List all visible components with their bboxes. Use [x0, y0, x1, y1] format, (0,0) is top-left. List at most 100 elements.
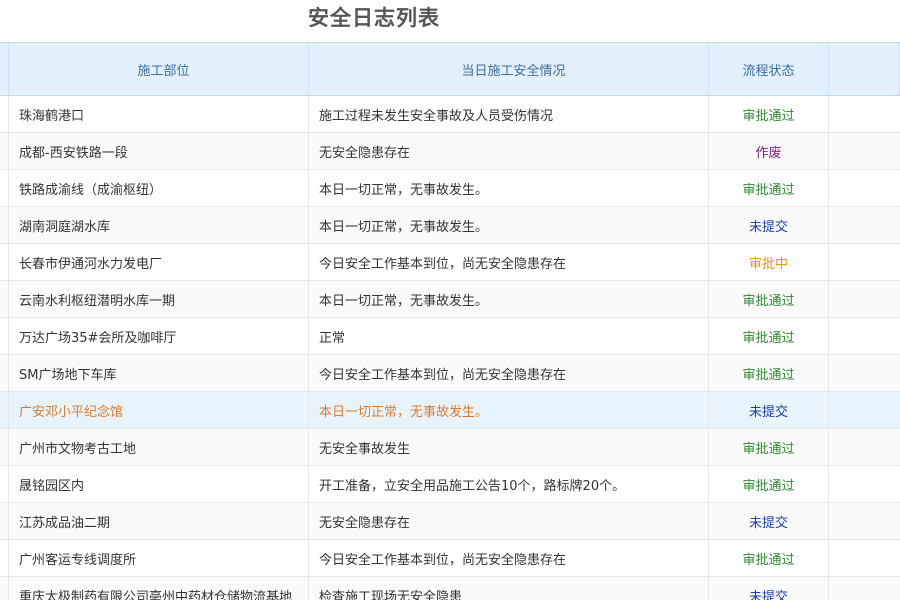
- cell-location: 珠海鹤港口: [9, 96, 309, 132]
- cell-situation: 无安全隐患存在: [309, 503, 709, 539]
- cell-spacer: [829, 170, 900, 206]
- cell-location: 成都-西安铁路一段: [9, 133, 309, 169]
- status-badge: 审批通过: [742, 293, 795, 309]
- status-badge: 审批通过: [742, 478, 795, 494]
- cell-status: 审批通过: [709, 170, 829, 206]
- cell-location: 广州客运专线调度所: [9, 540, 309, 576]
- cell-situation: 无安全隐患存在: [309, 133, 709, 169]
- row-gutter: [0, 466, 9, 502]
- cell-status: 审批通过: [709, 355, 829, 391]
- row-gutter: [0, 244, 9, 280]
- safety-log-page: 安全日志列表 施工部位 当日施工安全情况 流程状态 珠海鹤港口 施工过程未发生安全…: [0, 0, 900, 600]
- cell-spacer: [829, 96, 900, 132]
- column-header-spacer: [829, 43, 900, 95]
- column-header-situation[interactable]: 当日施工安全情况: [309, 43, 709, 95]
- table-row[interactable]: 珠海鹤港口 施工过程未发生安全事故及人员受伤情况 审批通过: [0, 96, 900, 133]
- cell-spacer: [829, 466, 900, 502]
- row-gutter: [0, 392, 9, 428]
- table-row[interactable]: 广州市文物考古工地 无安全事故发生 审批通过: [0, 429, 900, 466]
- table-row[interactable]: 云南水利枢纽潜明水库一期 本日一切正常，无事故发生。 审批通过: [0, 281, 900, 318]
- cell-location: 长春市伊通河水力发电厂: [9, 244, 309, 280]
- cell-status: 审批通过: [709, 281, 829, 317]
- cell-spacer: [829, 577, 900, 600]
- cell-spacer: [829, 429, 900, 465]
- status-badge: 审批中: [748, 256, 788, 272]
- cell-situation: 本日一切正常，无事故发生。: [309, 392, 709, 428]
- cell-location: 重庆太极制药有限公司亳州中药材仓储物流基地: [9, 577, 309, 600]
- cell-status: 未提交: [709, 577, 829, 600]
- cell-situation: 今日安全工作基本到位，尚无安全隐患存在: [309, 355, 709, 391]
- cell-status: 审批通过: [709, 318, 829, 354]
- cell-location: 万达广场35#会所及咖啡厅: [9, 318, 309, 354]
- cell-location: 广安邓小平纪念馆: [9, 392, 309, 428]
- cell-situation: 本日一切正常，无事故发生。: [309, 281, 709, 317]
- row-gutter: [0, 355, 9, 391]
- cell-spacer: [829, 503, 900, 539]
- cell-status: 审批中: [709, 244, 829, 280]
- row-gutter: [0, 96, 9, 132]
- cell-status: 审批通过: [709, 429, 829, 465]
- table-row[interactable]: 湖南洞庭湖水库 本日一切正常，无事故发生。 未提交: [0, 207, 900, 244]
- row-gutter: [0, 207, 9, 243]
- cell-status: 审批通过: [709, 540, 829, 576]
- cell-spacer: [829, 207, 900, 243]
- table-body: 珠海鹤港口 施工过程未发生安全事故及人员受伤情况 审批通过 成都-西安铁路一段 无安全隐…: [0, 96, 900, 600]
- status-badge: 作废: [755, 145, 782, 161]
- table-row[interactable]: 重庆太极制药有限公司亳州中药材仓储物流基地 检查施工现场无安全隐患未提交: [0, 577, 900, 600]
- cell-location: 云南水利枢纽潜明水库一期: [9, 281, 309, 317]
- cell-location: 广州市文物考古工地: [9, 429, 309, 465]
- row-gutter: [0, 43, 9, 95]
- row-gutter: [0, 540, 9, 576]
- cell-spacer: [829, 281, 900, 317]
- cell-spacer: [829, 540, 900, 576]
- table-row[interactable]: 长春市伊通河水力发电厂 今日安全工作基本到位，尚无安全隐患存在 审批中: [0, 244, 900, 281]
- cell-situation: 正常: [309, 318, 709, 354]
- status-badge: 未提交: [748, 515, 788, 531]
- status-badge: 审批通过: [742, 182, 795, 198]
- cell-spacer: [829, 392, 900, 428]
- cell-status: 未提交: [709, 392, 829, 428]
- column-header-location[interactable]: 施工部位: [9, 43, 309, 95]
- row-gutter: [0, 503, 9, 539]
- cell-status: 未提交: [709, 503, 829, 539]
- status-badge: 未提交: [748, 219, 788, 235]
- cell-situation: 检查施工现场无安全隐患: [309, 577, 709, 600]
- cell-location: 晟铭园区内: [9, 466, 309, 502]
- cell-spacer: [829, 244, 900, 280]
- status-badge: 审批通过: [742, 441, 795, 457]
- cell-spacer: [829, 318, 900, 354]
- row-gutter: [0, 133, 9, 169]
- column-header-status[interactable]: 流程状态: [709, 43, 829, 95]
- safety-log-table: 施工部位 当日施工安全情况 流程状态 珠海鹤港口 施工过程未发生安全事故及人员受伤…: [0, 42, 900, 600]
- table-row[interactable]: 晟铭园区内 开工准备，立安全用品施工公告10个，路标牌20个。 审批通过: [0, 466, 900, 503]
- status-badge: 审批通过: [742, 367, 795, 383]
- cell-status: 未提交: [709, 207, 829, 243]
- row-gutter: [0, 429, 9, 465]
- table-row[interactable]: 成都-西安铁路一段 无安全隐患存在 作废: [0, 133, 900, 170]
- cell-location: 铁路成渝线（成渝枢纽）: [9, 170, 309, 206]
- cell-situation: 本日一切正常，无事故发生。: [309, 170, 709, 206]
- cell-location: 湖南洞庭湖水库: [9, 207, 309, 243]
- status-badge: 未提交: [748, 589, 788, 600]
- cell-situation: 施工过程未发生安全事故及人员受伤情况: [309, 96, 709, 132]
- table-row[interactable]: 万达广场35#会所及咖啡厅 正常 审批通过: [0, 318, 900, 355]
- row-gutter: [0, 281, 9, 317]
- table-row[interactable]: SM广场地下车库 今日安全工作基本到位，尚无安全隐患存在 审批通过: [0, 355, 900, 392]
- row-gutter: [0, 318, 9, 354]
- cell-spacer: [829, 355, 900, 391]
- cell-location: SM广场地下车库: [9, 355, 309, 391]
- status-badge: 审批通过: [742, 552, 795, 568]
- cell-situation: 今日安全工作基本到位，尚无安全隐患存在: [309, 540, 709, 576]
- cell-status: 审批通过: [709, 96, 829, 132]
- table-header-row: 施工部位 当日施工安全情况 流程状态: [0, 42, 900, 96]
- table-row[interactable]: 广州客运专线调度所 今日安全工作基本到位，尚无安全隐患存在 审批通过: [0, 540, 900, 577]
- page-title: 安全日志列表: [308, 6, 440, 30]
- table-row[interactable]: 广安邓小平纪念馆 本日一切正常，无事故发生。 未提交: [0, 392, 900, 429]
- cell-situation: 本日一切正常，无事故发生。: [309, 207, 709, 243]
- cell-status: 审批通过: [709, 466, 829, 502]
- cell-spacer: [829, 133, 900, 169]
- table-row[interactable]: 江苏成品油二期 无安全隐患存在 未提交: [0, 503, 900, 540]
- table-row[interactable]: 铁路成渝线（成渝枢纽） 本日一切正常，无事故发生。 审批通过: [0, 170, 900, 207]
- cell-status: 作废: [709, 133, 829, 169]
- status-badge: 审批通过: [742, 330, 795, 346]
